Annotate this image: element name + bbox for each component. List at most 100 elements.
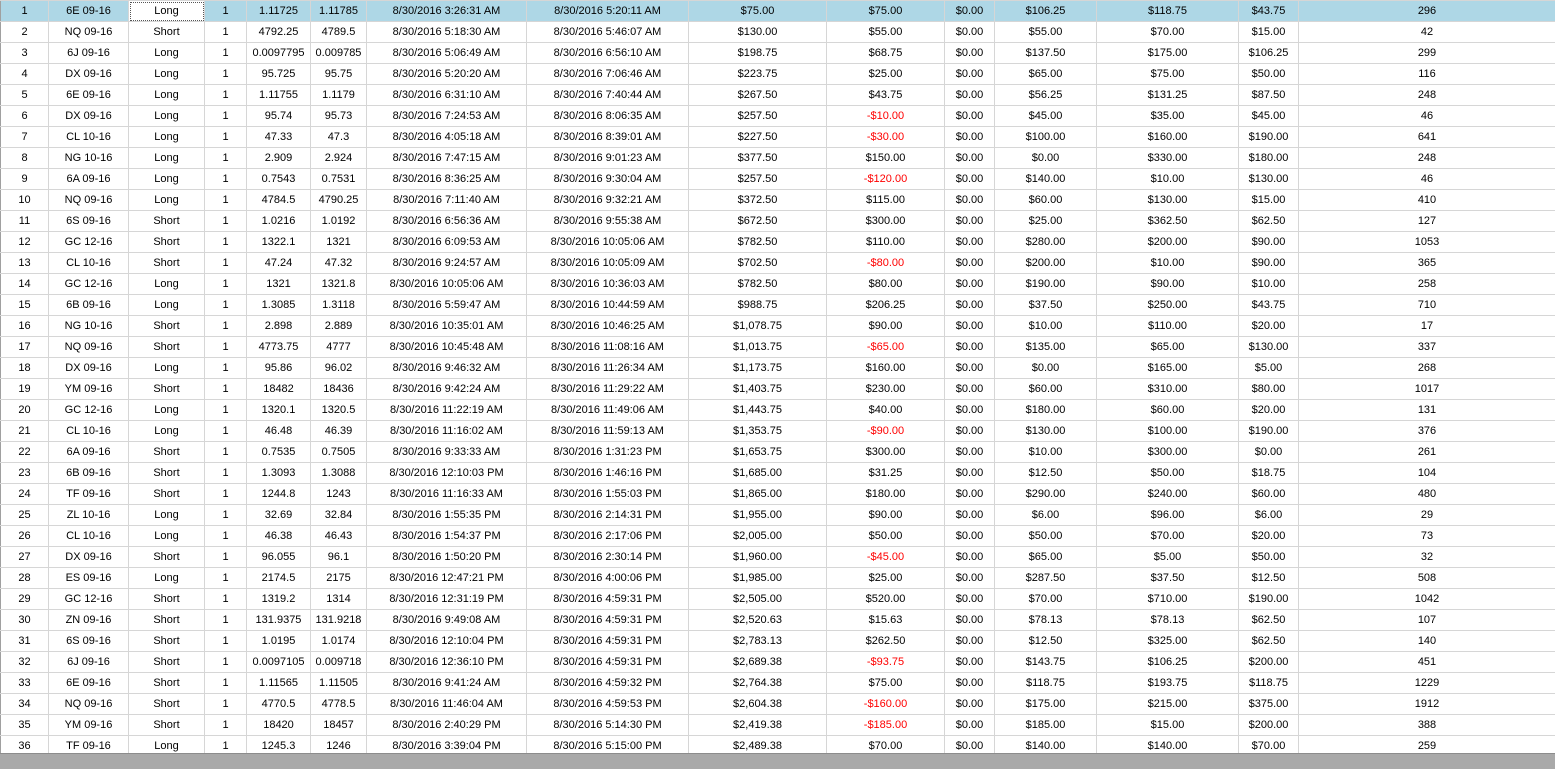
cell-mfe[interactable]: $10.00 (1096, 168, 1239, 190)
cell-mfe[interactable]: $78.13 (1096, 609, 1239, 631)
cell-mfe[interactable]: $240.00 (1096, 483, 1239, 505)
cell-row-number[interactable]: 30 (0, 609, 49, 631)
cell-mae[interactable]: $0.00 (994, 147, 1097, 169)
cell-instrument[interactable]: ZN 09-16 (48, 609, 129, 631)
cell-side[interactable]: Short (128, 483, 205, 505)
cell-quantity[interactable]: 1 (204, 336, 247, 358)
cell-bars[interactable]: 480 (1298, 483, 1555, 505)
cell-cumulative-profit[interactable]: $782.50 (688, 231, 827, 253)
cell-mae[interactable]: $65.00 (994, 546, 1097, 568)
cell-profit[interactable]: $110.00 (826, 231, 945, 253)
cell-commission[interactable]: $0.00 (944, 630, 995, 652)
table-row[interactable]: 34 NQ 09-16 Short 1 4770.5 4778.5 8/30/2016 11… (0, 693, 1555, 715)
cell-entry-time[interactable]: 8/30/2016 12:10:03 PM (366, 462, 527, 484)
table-row[interactable]: 27 DX 09-16 Short 1 96.055 96.1 8/30/2016 1:50… (0, 546, 1555, 568)
table-row[interactable]: 19 YM 09-16 Short 1 18482 18436 8/30/2016 9:42… (0, 378, 1555, 400)
cell-mae[interactable]: $200.00 (994, 252, 1097, 274)
cell-quantity[interactable]: 1 (204, 105, 247, 127)
cell-side[interactable]: Short (128, 336, 205, 358)
cell-entry-time[interactable]: 8/30/2016 5:20:20 AM (366, 63, 527, 85)
cell-quantity[interactable]: 1 (204, 672, 247, 694)
cell-entry-time[interactable]: 8/30/2016 9:41:24 AM (366, 672, 527, 694)
cell-instrument[interactable]: NQ 09-16 (48, 21, 129, 43)
cell-commission[interactable]: $0.00 (944, 609, 995, 631)
cell-quantity[interactable]: 1 (204, 483, 247, 505)
cell-side[interactable]: Long (128, 84, 205, 106)
cell-cumulative-profit[interactable]: $1,955.00 (688, 504, 827, 526)
cell-entry-time[interactable]: 8/30/2016 3:26:31 AM (366, 0, 527, 22)
cell-mfe[interactable]: $96.00 (1096, 504, 1239, 526)
cell-bars[interactable]: 17 (1298, 315, 1555, 337)
cell-entry-price[interactable]: 1321 (246, 273, 311, 295)
cell-cumulative-profit[interactable]: $2,783.13 (688, 630, 827, 652)
cell-quantity[interactable]: 1 (204, 210, 247, 232)
cell-mfe[interactable]: $70.00 (1096, 21, 1239, 43)
cell-commission[interactable]: $0.00 (944, 504, 995, 526)
cell-commission[interactable]: $0.00 (944, 378, 995, 400)
cell-entry-time[interactable]: 8/30/2016 2:40:29 PM (366, 714, 527, 736)
cell-profit[interactable]: -$45.00 (826, 546, 945, 568)
cell-profit[interactable]: $90.00 (826, 504, 945, 526)
cell-entry-time[interactable]: 8/30/2016 12:10:04 PM (366, 630, 527, 652)
cell-mfe[interactable]: $330.00 (1096, 147, 1239, 169)
cell-entry-time[interactable]: 8/30/2016 11:22:19 AM (366, 399, 527, 421)
cell-commission[interactable]: $0.00 (944, 651, 995, 673)
cell-mfe[interactable]: $175.00 (1096, 42, 1239, 64)
cell-instrument[interactable]: DX 09-16 (48, 546, 129, 568)
cell-mfe[interactable]: $710.00 (1096, 588, 1239, 610)
cell-quantity[interactable]: 1 (204, 441, 247, 463)
cell-commission[interactable]: $0.00 (944, 231, 995, 253)
cell-exit-price[interactable]: 18436 (310, 378, 367, 400)
cell-side[interactable]: Short (128, 714, 205, 736)
cell-quantity[interactable]: 1 (204, 567, 247, 589)
cell-quantity[interactable]: 1 (204, 294, 247, 316)
cell-exit-time[interactable]: 8/30/2016 5:46:07 AM (526, 21, 689, 43)
cell-row-number[interactable]: 26 (0, 525, 49, 547)
cell-entry-price[interactable]: 1320.1 (246, 399, 311, 421)
cell-mfe[interactable]: $70.00 (1096, 525, 1239, 547)
cell-commission[interactable]: $0.00 (944, 273, 995, 295)
cell-row-number[interactable]: 4 (0, 63, 49, 85)
cell-etd[interactable]: $20.00 (1238, 315, 1299, 337)
cell-etd[interactable]: $80.00 (1238, 378, 1299, 400)
cell-commission[interactable]: $0.00 (944, 714, 995, 736)
cell-row-number[interactable]: 15 (0, 294, 49, 316)
cell-profit[interactable]: -$160.00 (826, 693, 945, 715)
cell-mfe[interactable]: $75.00 (1096, 63, 1239, 85)
cell-commission[interactable]: $0.00 (944, 189, 995, 211)
cell-quantity[interactable]: 1 (204, 126, 247, 148)
cell-etd[interactable]: $6.00 (1238, 504, 1299, 526)
cell-quantity[interactable]: 1 (204, 651, 247, 673)
table-row[interactable]: 35 YM 09-16 Short 1 18420 18457 8/30/2016 2:40… (0, 714, 1555, 736)
cell-entry-price[interactable]: 1.11565 (246, 672, 311, 694)
cell-side[interactable]: Long (128, 504, 205, 526)
cell-exit-price[interactable]: 46.39 (310, 420, 367, 442)
cell-entry-time[interactable]: 8/30/2016 6:09:53 AM (366, 231, 527, 253)
cell-entry-time[interactable]: 8/30/2016 11:46:04 AM (366, 693, 527, 715)
cell-entry-price[interactable]: 131.9375 (246, 609, 311, 631)
cell-row-number[interactable]: 23 (0, 462, 49, 484)
table-row[interactable]: 10 NQ 09-16 Long 1 4784.5 4790.25 8/30/2016 7:… (0, 189, 1555, 211)
cell-exit-time[interactable]: 8/30/2016 4:59:32 PM (526, 672, 689, 694)
cell-instrument[interactable]: 6E 09-16 (48, 84, 129, 106)
cell-exit-time[interactable]: 8/30/2016 6:56:10 AM (526, 42, 689, 64)
cell-etd[interactable]: $62.50 (1238, 609, 1299, 631)
cell-profit[interactable]: $180.00 (826, 483, 945, 505)
cell-exit-price[interactable]: 4777 (310, 336, 367, 358)
cell-cumulative-profit[interactable]: $988.75 (688, 294, 827, 316)
cell-instrument[interactable]: NG 10-16 (48, 147, 129, 169)
cell-exit-price[interactable]: 1.0174 (310, 630, 367, 652)
cell-entry-time[interactable]: 8/30/2016 12:31:19 PM (366, 588, 527, 610)
cell-exit-time[interactable]: 8/30/2016 4:59:31 PM (526, 651, 689, 673)
cell-side[interactable]: Long (128, 63, 205, 85)
cell-exit-price[interactable]: 47.32 (310, 252, 367, 274)
cell-commission[interactable]: $0.00 (944, 252, 995, 274)
cell-instrument[interactable]: NQ 09-16 (48, 189, 129, 211)
cell-bars[interactable]: 296 (1298, 0, 1555, 22)
cell-instrument[interactable]: ZL 10-16 (48, 504, 129, 526)
cell-cumulative-profit[interactable]: $223.75 (688, 63, 827, 85)
cell-entry-time[interactable]: 8/30/2016 7:24:53 AM (366, 105, 527, 127)
cell-bars[interactable]: 46 (1298, 105, 1555, 127)
cell-etd[interactable]: $106.25 (1238, 42, 1299, 64)
cell-commission[interactable]: $0.00 (944, 462, 995, 484)
